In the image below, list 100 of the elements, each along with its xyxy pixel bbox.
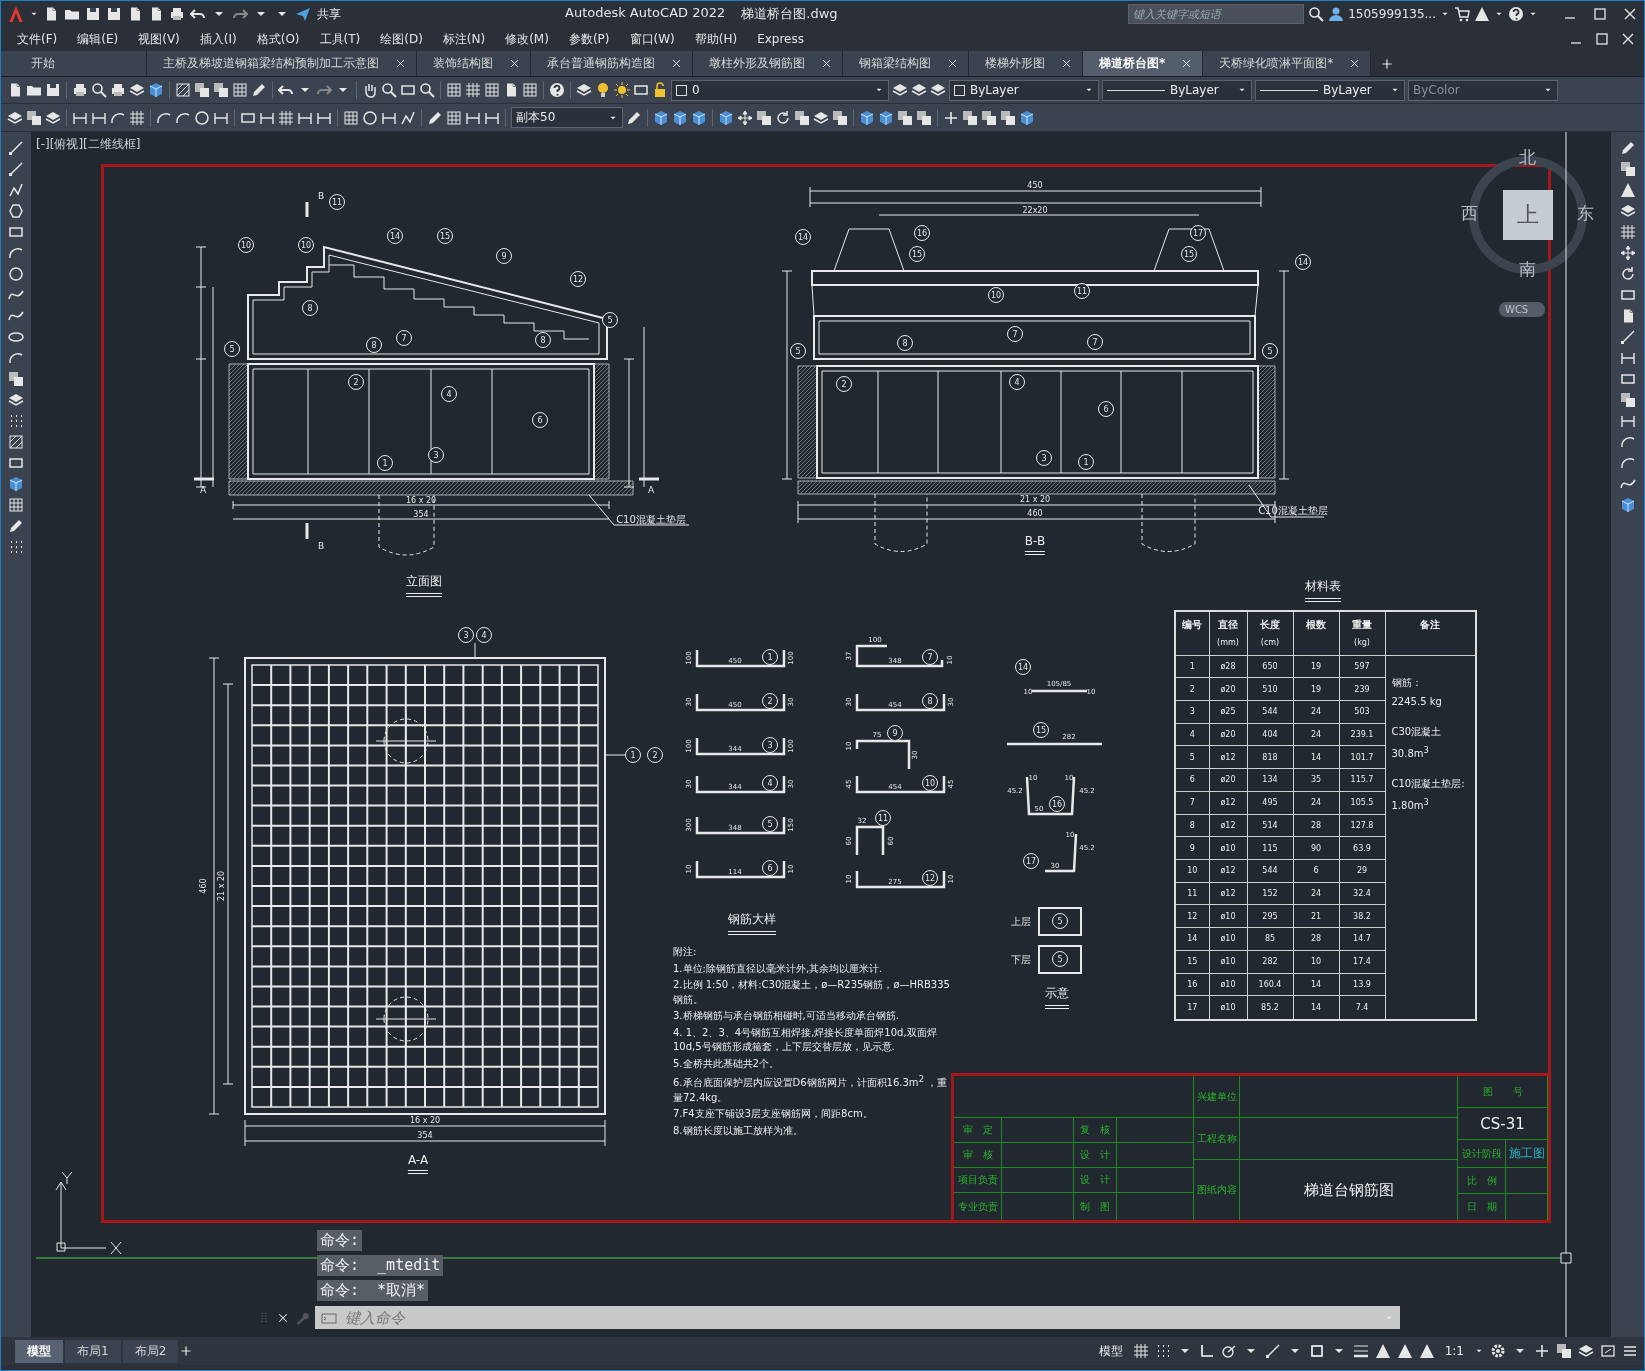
file-tab[interactable]: 主桥及梯坡道钢箱梁结构预制加工示意图 bbox=[147, 51, 417, 76]
table-icon[interactable] bbox=[343, 109, 359, 126]
arc-icon[interactable] bbox=[1619, 455, 1636, 471]
copy-icon[interactable] bbox=[26, 109, 42, 126]
close-icon[interactable] bbox=[671, 58, 682, 69]
layers-icon[interactable] bbox=[8, 392, 24, 408]
cart-icon[interactable] bbox=[1454, 6, 1470, 22]
gear-icon[interactable] bbox=[1490, 1343, 1506, 1359]
line-icon[interactable] bbox=[1264, 1343, 1281, 1359]
layers-icon[interactable] bbox=[45, 109, 61, 126]
copy-icon[interactable] bbox=[794, 109, 810, 126]
printer-icon[interactable] bbox=[169, 6, 185, 22]
copy-icon[interactable] bbox=[897, 109, 913, 126]
copy-icon[interactable] bbox=[756, 109, 772, 126]
table-icon[interactable] bbox=[446, 82, 462, 98]
cube-icon[interactable] bbox=[878, 109, 894, 126]
copy-icon[interactable] bbox=[1619, 161, 1636, 177]
close-icon[interactable] bbox=[509, 58, 520, 69]
rectangle-icon[interactable] bbox=[1619, 371, 1636, 387]
layout-tab[interactable]: 模型 bbox=[15, 1339, 63, 1363]
close-icon[interactable] bbox=[1061, 58, 1072, 69]
table-icon[interactable] bbox=[446, 109, 462, 126]
grid-icon[interactable] bbox=[465, 82, 481, 98]
layers-icon[interactable] bbox=[930, 82, 946, 98]
cube-icon[interactable] bbox=[691, 109, 707, 126]
copy-icon[interactable] bbox=[1556, 1343, 1572, 1359]
triangle-logo-icon[interactable] bbox=[1474, 6, 1490, 22]
table-icon[interactable] bbox=[522, 82, 538, 98]
line-icon[interactable] bbox=[8, 161, 24, 177]
printer-icon[interactable] bbox=[110, 82, 126, 98]
plus-icon[interactable] bbox=[1381, 57, 1394, 70]
close-icon[interactable] bbox=[395, 58, 406, 69]
file-tab[interactable]: 墩柱外形及钢筋图 bbox=[693, 51, 843, 76]
cube-icon[interactable] bbox=[1019, 109, 1035, 126]
grid-icon[interactable] bbox=[278, 109, 294, 126]
close-icon[interactable] bbox=[821, 58, 832, 69]
object-snap-icon[interactable] bbox=[1308, 1343, 1325, 1359]
layers-icon[interactable] bbox=[7, 109, 23, 126]
maximize-icon[interactable] bbox=[1594, 31, 1610, 47]
copy-icon[interactable] bbox=[213, 82, 229, 98]
rotate-icon[interactable] bbox=[775, 109, 791, 126]
layers-icon[interactable] bbox=[911, 82, 927, 98]
hand-icon[interactable] bbox=[362, 82, 378, 98]
arc-icon[interactable] bbox=[8, 350, 24, 366]
table-icon[interactable] bbox=[232, 82, 248, 98]
file-tab[interactable]: 天桥绿化喷淋平面图* bbox=[1203, 51, 1372, 76]
annotation-scale-dropdown[interactable]: 副本50 bbox=[511, 107, 623, 128]
table-icon[interactable] bbox=[8, 497, 24, 513]
grid-icon[interactable] bbox=[1132, 1343, 1149, 1359]
layers-icon[interactable] bbox=[129, 82, 145, 98]
menu-item[interactable]: 工具(T) bbox=[319, 30, 361, 48]
menu-item[interactable]: 修改(M) bbox=[505, 30, 549, 48]
arc-icon[interactable] bbox=[1619, 434, 1636, 450]
lineweight-icon[interactable] bbox=[1352, 1343, 1369, 1359]
color-dropdown[interactable]: ByLayer bbox=[949, 79, 1099, 101]
file-tab[interactable]: 开始 bbox=[1, 51, 147, 76]
magnifier-icon[interactable] bbox=[1308, 6, 1325, 22]
menu-item[interactable]: 帮助(H) bbox=[694, 30, 738, 48]
copy-icon[interactable] bbox=[194, 82, 210, 98]
hatch-icon[interactable] bbox=[175, 82, 191, 98]
copy-icon[interactable] bbox=[981, 109, 997, 126]
ellipse-icon[interactable] bbox=[8, 329, 24, 345]
light-bulb-icon[interactable] bbox=[595, 82, 611, 98]
plus-icon[interactable] bbox=[180, 1345, 193, 1357]
layers-icon[interactable] bbox=[813, 109, 829, 126]
layers-icon[interactable] bbox=[1578, 1343, 1594, 1359]
compass-direction[interactable]: 东 bbox=[1577, 202, 1594, 225]
user-icon[interactable] bbox=[1328, 6, 1345, 22]
fullscreen-icon[interactable] bbox=[1600, 1343, 1616, 1359]
lineweight-dropdown[interactable]: ByLayer bbox=[1255, 79, 1405, 101]
file-tab[interactable]: 装饰结构图 bbox=[417, 51, 531, 76]
printer-icon[interactable] bbox=[72, 82, 88, 98]
plus-icon[interactable] bbox=[1534, 1343, 1550, 1359]
menu-item[interactable]: 插入(I) bbox=[199, 30, 237, 48]
cube-icon[interactable] bbox=[8, 476, 24, 492]
line-icon[interactable] bbox=[1619, 329, 1636, 345]
dimension-icon[interactable] bbox=[1619, 413, 1636, 429]
compass-direction[interactable]: 北 bbox=[1519, 146, 1536, 169]
pencil-icon[interactable] bbox=[1619, 140, 1636, 156]
plus-icon[interactable] bbox=[943, 109, 959, 126]
table-icon[interactable] bbox=[484, 82, 500, 98]
triangle-logo-icon[interactable] bbox=[1374, 1343, 1391, 1359]
compass-direction[interactable]: 南 bbox=[1519, 258, 1536, 281]
maximize-icon[interactable] bbox=[1592, 6, 1608, 22]
rectangle-icon[interactable] bbox=[8, 455, 24, 471]
file-tab[interactable]: 钢箱梁结构图 bbox=[843, 51, 969, 76]
menu-item[interactable]: 参数(P) bbox=[568, 30, 610, 48]
close-icon[interactable] bbox=[1622, 6, 1638, 22]
layer-dropdown[interactable]: 0 bbox=[671, 79, 889, 101]
menu-item[interactable]: 标注(N) bbox=[442, 30, 486, 48]
copy-icon[interactable] bbox=[916, 109, 932, 126]
file-tab[interactable]: 承台普通钢筋构造图 bbox=[531, 51, 693, 76]
rotate-icon[interactable] bbox=[1619, 266, 1636, 282]
linetype-dropdown[interactable]: ByLayer bbox=[1102, 79, 1252, 101]
menu-item[interactable]: 编辑(E) bbox=[77, 30, 119, 48]
circle-icon[interactable] bbox=[194, 109, 210, 126]
magnifier-icon[interactable] bbox=[91, 82, 107, 98]
pencil-icon[interactable] bbox=[251, 82, 267, 98]
ucs-menu[interactable]: WCS bbox=[1499, 302, 1545, 317]
menu-item[interactable]: Express bbox=[757, 32, 804, 46]
